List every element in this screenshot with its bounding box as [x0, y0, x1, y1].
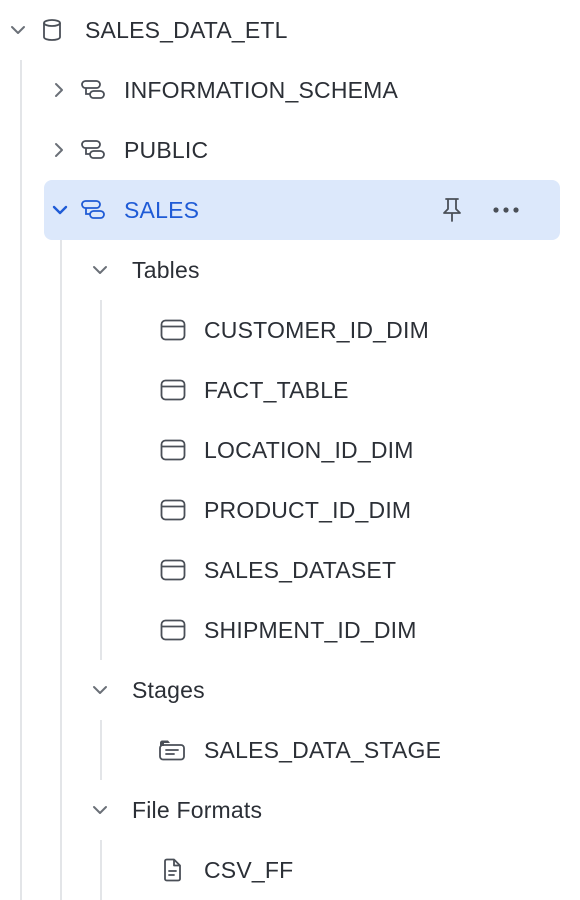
tree-item-schema-information-schema[interactable]: INFORMATION_SCHEMA	[0, 60, 580, 120]
chevron-down-icon[interactable]	[50, 200, 70, 220]
tree-group-tables[interactable]: Tables	[0, 240, 580, 300]
tree-item-table[interactable]: PRODUCT_ID_DIM	[0, 480, 580, 540]
table-icon	[160, 319, 186, 341]
table-name: CUSTOMER_ID_DIM	[204, 316, 429, 343]
tree-item-table[interactable]: SHIPMENT_ID_DIM	[0, 600, 580, 660]
group-label: File Formats	[132, 796, 263, 823]
table-name: LOCATION_ID_DIM	[204, 436, 414, 463]
table-icon	[160, 559, 186, 581]
tree-item-table[interactable]: LOCATION_ID_DIM	[0, 420, 580, 480]
object-explorer-tree: SALES_DATA_ETL INFORMATION_SCHEMA PUBLIC…	[0, 0, 580, 900]
database-icon	[41, 18, 63, 42]
stage-icon	[158, 739, 186, 761]
schema-name: SALES	[124, 196, 200, 223]
tree-group-stages[interactable]: Stages	[0, 660, 580, 720]
database-name: SALES_DATA_ETL	[85, 16, 288, 43]
chevron-right-icon[interactable]	[49, 80, 69, 100]
table-icon	[160, 439, 186, 461]
tree-item-table[interactable]: FACT_TABLE	[0, 360, 580, 420]
schema-name: PUBLIC	[124, 136, 209, 163]
file-format-icon	[162, 858, 184, 882]
more-icon[interactable]	[492, 205, 522, 215]
schema-icon	[80, 139, 106, 161]
schema-name: INFORMATION_SCHEMA	[124, 76, 399, 103]
table-name: SHIPMENT_ID_DIM	[204, 616, 417, 643]
tree-item-file-format[interactable]: CSV_FF	[0, 840, 580, 900]
pin-icon[interactable]	[440, 197, 464, 223]
tree-item-database[interactable]: SALES_DATA_ETL	[0, 0, 580, 60]
tree-item-table[interactable]: SALES_DATASET	[0, 540, 580, 600]
tree-item-schema-public[interactable]: PUBLIC	[0, 120, 580, 180]
tree-item-stage[interactable]: SALES_DATA_STAGE	[0, 720, 580, 780]
table-name: FACT_TABLE	[204, 376, 349, 403]
chevron-down-icon[interactable]	[90, 260, 110, 280]
file-format-name: CSV_FF	[204, 856, 294, 883]
chevron-down-icon[interactable]	[90, 680, 110, 700]
table-icon	[160, 499, 186, 521]
table-icon	[160, 619, 186, 641]
tree-group-file-formats[interactable]: File Formats	[0, 780, 580, 840]
chevron-right-icon[interactable]	[49, 140, 69, 160]
stage-name: SALES_DATA_STAGE	[204, 736, 442, 763]
schema-icon	[80, 79, 106, 101]
table-name: PRODUCT_ID_DIM	[204, 496, 412, 523]
table-icon	[160, 379, 186, 401]
tree-item-table[interactable]: CUSTOMER_ID_DIM	[0, 300, 580, 360]
chevron-down-icon[interactable]	[90, 800, 110, 820]
schema-icon	[80, 199, 106, 221]
tree-item-schema-sales[interactable]: SALES	[0, 180, 580, 240]
table-name: SALES_DATASET	[204, 556, 397, 583]
group-label: Tables	[132, 256, 200, 283]
group-label: Stages	[132, 676, 205, 703]
chevron-down-icon[interactable]	[8, 20, 28, 40]
